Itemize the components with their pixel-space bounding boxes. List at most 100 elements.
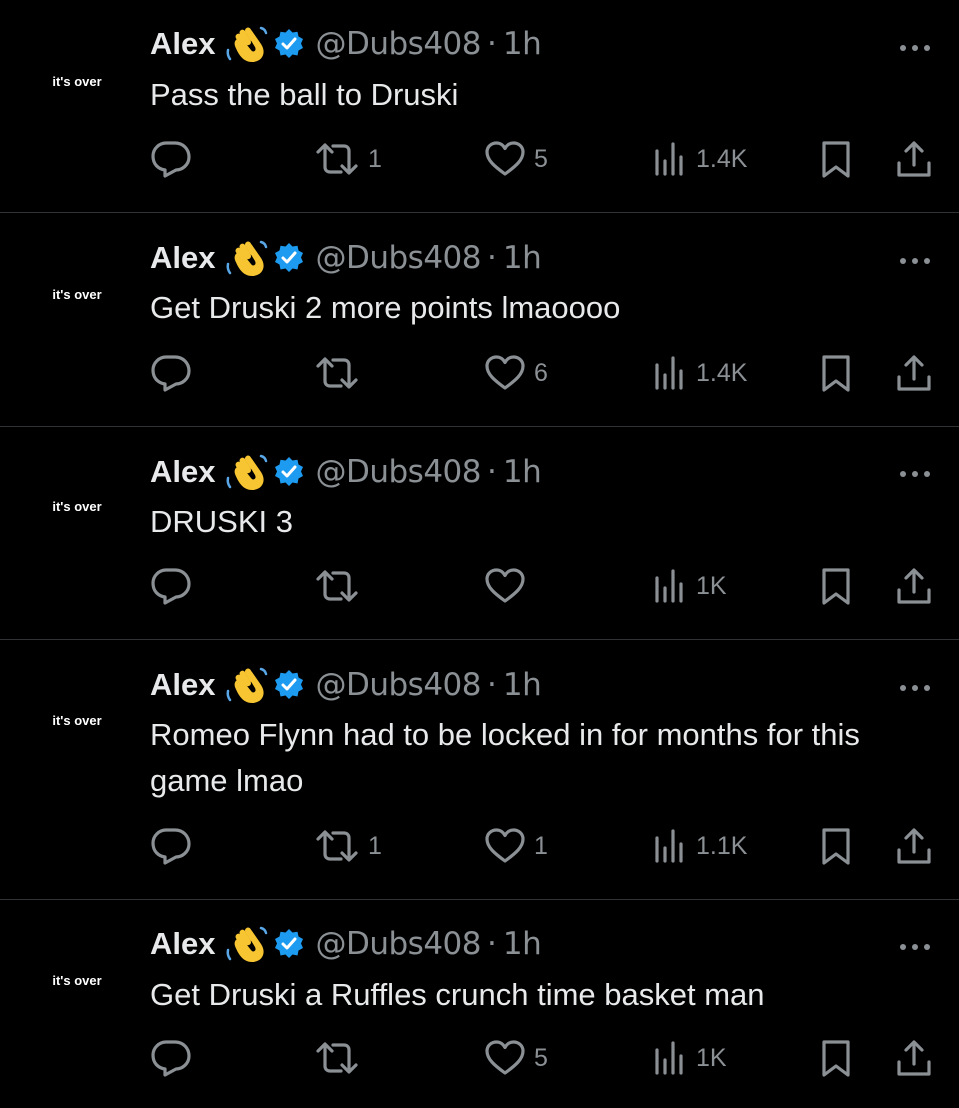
more-options-icon[interactable] — [897, 40, 933, 51]
tweet-text: DRUSKI 3 — [150, 504, 293, 539]
display-name[interactable]: Alex — [150, 454, 215, 490]
separator-dot: · — [487, 454, 497, 490]
reply-button[interactable] — [150, 139, 200, 179]
timestamp[interactable]: 1h — [503, 240, 542, 276]
tweet-actions: 1K — [150, 566, 940, 606]
like-button[interactable]: 1 — [484, 826, 548, 866]
bookmark-icon — [822, 568, 850, 605]
tweet-actions: 6 1.4K — [150, 353, 940, 393]
avatar[interactable]: it's over — [18, 447, 136, 565]
view-count: 1.4K — [696, 358, 748, 387]
bookmark-button[interactable] — [820, 139, 852, 179]
views-button[interactable]: 1.4K — [652, 353, 747, 393]
share-button[interactable] — [894, 566, 934, 606]
share-button[interactable] — [894, 826, 934, 866]
display-name[interactable]: Alex — [150, 26, 215, 62]
avatar[interactable]: it's over — [18, 921, 136, 1039]
reply-button[interactable] — [150, 826, 200, 866]
retweet-button[interactable]: 1 — [314, 139, 382, 179]
bookmark-button[interactable] — [820, 1038, 852, 1078]
share-button[interactable] — [894, 139, 934, 179]
bookmark-icon — [822, 1040, 850, 1077]
tweet-feed: it's over Alex @Dubs408 · 1h Pass the ba… — [0, 0, 959, 1108]
bookmark-button[interactable] — [820, 353, 852, 393]
user-handle[interactable]: @Dubs408 — [315, 26, 481, 62]
reply-button[interactable] — [150, 353, 200, 393]
waving-hand-icon — [225, 452, 269, 492]
waving-hand-icon — [225, 924, 269, 964]
reply-button[interactable] — [150, 566, 200, 606]
like-button[interactable]: 5 — [484, 1038, 548, 1078]
retweet-button[interactable] — [314, 566, 368, 606]
verified-badge-icon — [273, 28, 305, 60]
share-icon — [897, 141, 931, 177]
timestamp[interactable]: 1h — [503, 926, 542, 962]
avatar[interactable]: it's over — [18, 235, 136, 353]
views-button[interactable]: 1K — [652, 1038, 727, 1078]
retweet-button[interactable]: 1 — [314, 826, 382, 866]
views-chart-icon — [655, 829, 683, 863]
timestamp[interactable]: 1h — [503, 454, 542, 490]
more-options-icon[interactable] — [897, 680, 933, 691]
tweet[interactable]: it's over Alex @Dubs408 · 1h Get Druski … — [0, 900, 959, 1108]
tweet-text: Pass the ball to Druski — [150, 77, 459, 112]
user-handle[interactable]: @Dubs408 — [315, 454, 481, 490]
tweet[interactable]: it's over Alex @Dubs408 · 1h Romeo Flynn… — [0, 640, 959, 899]
like-count: 5 — [534, 1043, 548, 1072]
avatar-text: it's over — [52, 286, 102, 302]
views-button[interactable]: 1.1K — [652, 826, 747, 866]
tweet-header: Alex @Dubs408 · 1h — [150, 238, 542, 278]
tweet-header: Alex @Dubs408 · 1h — [150, 452, 542, 492]
retweet-icon — [316, 357, 358, 389]
bookmark-button[interactable] — [820, 566, 852, 606]
views-button[interactable]: 1K — [652, 566, 727, 606]
display-name[interactable]: Alex — [150, 667, 215, 703]
more-options-icon[interactable] — [897, 466, 933, 477]
timestamp[interactable]: 1h — [503, 26, 542, 62]
separator-dot: · — [487, 240, 497, 276]
user-handle[interactable]: @Dubs408 — [315, 926, 481, 962]
like-count: 5 — [534, 144, 548, 173]
more-options-icon[interactable] — [897, 253, 933, 264]
tweet-actions: 1 1 1.1K — [150, 826, 940, 866]
reply-icon — [151, 568, 191, 605]
avatar[interactable]: it's over — [18, 22, 136, 140]
tweet[interactable]: it's over Alex @Dubs408 · 1h Pass the ba… — [0, 0, 959, 212]
bookmark-icon — [822, 828, 850, 865]
verified-badge-icon — [273, 456, 305, 488]
reply-button[interactable] — [150, 1038, 200, 1078]
views-button[interactable]: 1.4K — [652, 139, 747, 179]
tweet-header: Alex @Dubs408 · 1h — [150, 924, 542, 964]
separator-dot: · — [487, 667, 497, 703]
bookmark-icon — [822, 355, 850, 392]
avatar[interactable]: it's over — [18, 661, 136, 779]
share-button[interactable] — [894, 1038, 934, 1078]
user-handle[interactable]: @Dubs408 — [315, 240, 481, 276]
retweet-button[interactable] — [314, 353, 368, 393]
retweet-count: 1 — [368, 831, 382, 860]
tweet[interactable]: it's over Alex @Dubs408 · 1h DRUSKI 3 1K — [0, 427, 959, 639]
bookmark-button[interactable] — [820, 826, 852, 866]
avatar-text: it's over — [52, 73, 102, 89]
tweet-header: Alex @Dubs408 · 1h — [150, 665, 542, 705]
display-name[interactable]: Alex — [150, 926, 215, 962]
retweet-icon — [316, 830, 358, 862]
retweet-count: 1 — [368, 144, 382, 173]
like-button[interactable]: 5 — [484, 139, 548, 179]
retweet-button[interactable] — [314, 1038, 368, 1078]
tweet[interactable]: it's over Alex @Dubs408 · 1h Get Druski … — [0, 213, 959, 426]
more-options-icon[interactable] — [897, 939, 933, 950]
display-name[interactable]: Alex — [150, 240, 215, 276]
user-handle[interactable]: @Dubs408 — [315, 667, 481, 703]
separator-dot: · — [487, 26, 497, 62]
share-button[interactable] — [894, 353, 934, 393]
like-button[interactable] — [484, 566, 534, 606]
like-count: 6 — [534, 358, 548, 387]
heart-icon — [485, 828, 525, 863]
like-button[interactable]: 6 — [484, 353, 548, 393]
reply-icon — [151, 141, 191, 178]
heart-icon — [485, 1040, 525, 1075]
tweet-text: Get Druski a Ruffles crunch time basket … — [150, 977, 765, 1012]
bookmark-icon — [822, 141, 850, 178]
timestamp[interactable]: 1h — [503, 667, 542, 703]
